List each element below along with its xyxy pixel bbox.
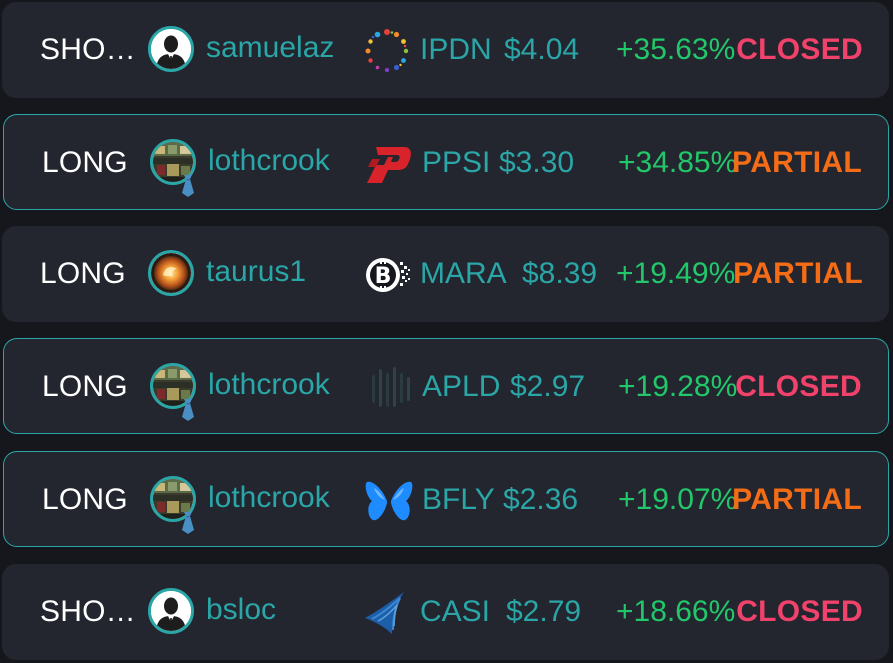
status-badge: PARTIAL — [732, 483, 862, 516]
ticker-symbol[interactable]: MARA — [420, 226, 507, 322]
trade-row-mara[interactable]: LONG taurus1 B MARA $8.39 +19.49% PARTIA… — [2, 226, 889, 322]
trade-row-casi[interactable]: SHO… bsloc CASI $2.79 +18.66% CLOSED — [2, 564, 889, 660]
username[interactable]: bsloc — [206, 564, 276, 660]
butterfly-logo-icon — [364, 476, 414, 526]
ticker-symbol[interactable]: APLD — [422, 339, 500, 435]
ticker-symbol[interactable]: CASI — [420, 564, 490, 660]
username[interactable]: taurus1 — [206, 226, 306, 322]
trade-row-ipdn[interactable]: SHO… samuelaz IPDN $4.04 +35.63% CLOSED — [2, 2, 889, 98]
status-badge: PARTIAL — [733, 257, 863, 290]
trade-list: SHO… samuelaz IPDN $4.04 +35.63% CLOSED … — [0, 0, 893, 663]
entry-price: $4.04 — [504, 33, 580, 66]
entry-price: $2.36 — [503, 483, 579, 516]
entry-price: $2.79 — [506, 595, 582, 628]
percent-change: +19.49% — [616, 257, 736, 290]
blue-wave-logo-icon — [362, 588, 412, 638]
trade-row-apld[interactable]: LONG lothcrook APLD $2.97 +19.28% CLOSED — [3, 338, 889, 434]
username[interactable]: lothcrook — [208, 452, 330, 548]
trade-side: LONG — [42, 146, 128, 179]
tie-badge-icon — [180, 512, 196, 534]
ticker-symbol[interactable]: PPSI — [422, 115, 490, 211]
username[interactable]: lothcrook — [208, 115, 330, 211]
ticker-symbol[interactable]: BFLY — [422, 452, 495, 548]
trade-side: SHO… — [40, 33, 136, 66]
red-p-logo-icon — [364, 139, 414, 189]
status-badge: CLOSED — [736, 595, 863, 628]
entry-price: $8.39 — [522, 257, 598, 290]
entry-price: $3.30 — [499, 146, 575, 179]
status-badge: CLOSED — [736, 33, 863, 66]
trade-side: LONG — [42, 370, 128, 403]
tie-badge-icon — [180, 175, 196, 197]
percent-change: +19.28% — [618, 370, 738, 403]
entry-price: $2.97 — [510, 370, 586, 403]
person-silhouette-icon[interactable] — [148, 26, 194, 72]
trade-row-ppsi[interactable]: LONG lothcrook PPSI $3.30 +34.85% PARTIA… — [3, 114, 889, 210]
percent-change: +34.85% — [618, 146, 738, 179]
status-badge: CLOSED — [735, 370, 862, 403]
trade-row-bfly[interactable]: LONG lothcrook BFLY $2.36 +19.07% PARTIA… — [3, 451, 889, 547]
percent-change: +18.66% — [616, 595, 736, 628]
ticker-symbol[interactable]: IPDN — [420, 2, 492, 98]
vertical-bars-logo-icon — [364, 363, 414, 413]
svg-text:B: B — [375, 264, 392, 289]
username[interactable]: lothcrook — [208, 339, 330, 435]
person-silhouette-icon[interactable] — [148, 588, 194, 634]
username[interactable]: samuelaz — [206, 2, 334, 98]
trade-side: LONG — [40, 257, 126, 290]
status-badge: PARTIAL — [732, 146, 862, 179]
trade-side: LONG — [42, 483, 128, 516]
percent-change: +19.07% — [618, 483, 738, 516]
fire-avatar-icon[interactable] — [148, 250, 194, 296]
percent-change: +35.63% — [616, 33, 736, 66]
dotted-ring-logo-icon — [362, 26, 412, 76]
tie-badge-icon — [180, 399, 196, 421]
trade-side: SHO… — [40, 595, 136, 628]
bitcoin-logo-icon: B — [362, 250, 412, 300]
